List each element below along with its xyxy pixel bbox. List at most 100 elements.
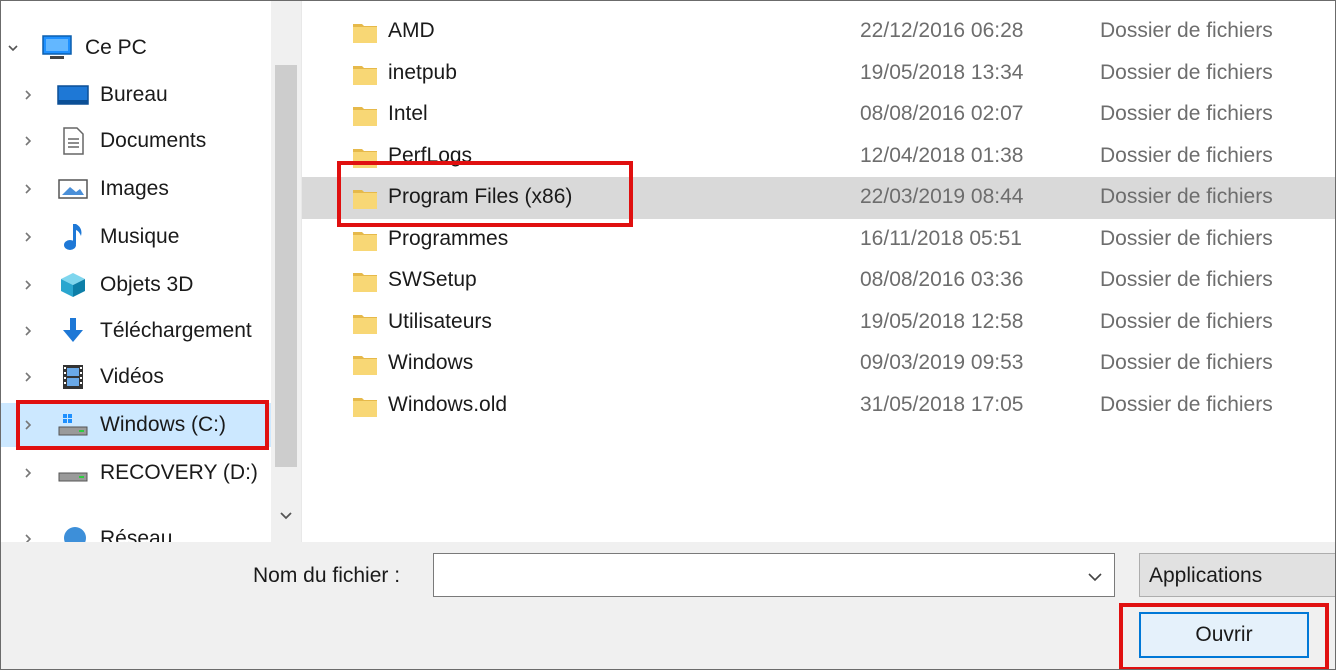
file-type: Dossier de fichiers: [1100, 102, 1273, 125]
file-name: inetpub: [388, 60, 457, 84]
file-row[interactable]: Windows.old 31/05/2018 17:05 Dossier de fi…: [302, 385, 1335, 427]
nav-item-documents[interactable]: Documents: [1, 119, 301, 163]
navigation-pane: Ce PC Bureau Documents Images Musique Ob…: [1, 1, 301, 542]
nav-item-bureau[interactable]: Bureau: [1, 73, 301, 117]
file-name: PerfLogs: [388, 143, 473, 167]
folder-icon: [352, 186, 378, 210]
chevron-down-icon[interactable]: [7, 42, 19, 54]
file-type: Dossier de fichiers: [1100, 143, 1273, 167]
music-icon: [55, 222, 91, 252]
nav-item-images[interactable]: Images: [1, 167, 301, 211]
file-row[interactable]: Program Files (x86) 22/03/2019 08:44 Dossi…: [302, 177, 1335, 219]
folder-icon: [352, 394, 378, 418]
file-type: Dossier de fichiers: [1100, 60, 1273, 84]
scroll-down-icon[interactable]: [275, 507, 297, 525]
folder-icon: [352, 145, 378, 169]
file-row[interactable]: Programmes 16/11/2018 05:51 Dossier de fic…: [302, 219, 1335, 261]
chevron-right-icon[interactable]: [22, 89, 34, 101]
nav-item-label: Réseau: [100, 527, 173, 542]
pc-icon: [39, 33, 75, 63]
nav-item-telechargement[interactable]: Téléchargement: [1, 309, 301, 353]
file-name: Programmes: [388, 226, 509, 250]
file-name: SWSetup: [388, 268, 477, 291]
nav-item-musique[interactable]: Musique: [1, 215, 301, 259]
chevron-right-icon[interactable]: [22, 183, 34, 195]
chevron-right-icon[interactable]: [22, 135, 34, 147]
nav-item-label: Bureau: [100, 83, 168, 106]
file-type: Dossier de fichiers: [1100, 185, 1273, 208]
file-row[interactable]: AMD 22/12/2016 06:28 Dossier de fichiers: [302, 11, 1335, 53]
filename-label: Nom du fichier :: [253, 564, 401, 587]
nav-item-objets-3d[interactable]: Objets 3D: [1, 263, 301, 307]
file-list: AMD 22/12/2016 06:28 Dossier de fichiers in…: [301, 1, 1335, 542]
nav-item-reseau[interactable]: Réseau: [1, 517, 301, 542]
file-name: Program Files (x86): [388, 185, 573, 208]
chevron-down-icon[interactable]: [1085, 567, 1105, 587]
file-name: Windows.old: [388, 392, 508, 416]
download-icon: [55, 316, 91, 346]
file-row[interactable]: Windows 09/03/2019 09:53 Dossier de fichie…: [302, 343, 1335, 385]
nav-item-label: Windows (C:): [100, 413, 227, 436]
chevron-right-icon[interactable]: [22, 533, 34, 542]
file-date: 31/05/2018 17:05: [860, 392, 1024, 416]
file-type: Dossier de fichiers: [1100, 309, 1273, 333]
nav-item-videos[interactable]: Vidéos: [1, 355, 301, 399]
folder-icon: [352, 352, 378, 376]
file-type-filter-label: Applications: [1149, 564, 1263, 587]
nav-item-windows-c[interactable]: Windows (C:): [1, 403, 301, 447]
desktop-icon: [55, 80, 91, 110]
nav-item-label: Documents: [100, 129, 207, 152]
file-name: Intel: [388, 102, 428, 125]
file-date: 12/04/2018 01:38: [860, 143, 1024, 167]
drive-c-icon: [55, 410, 91, 440]
nav-item-label: Images: [100, 177, 169, 200]
nav-scrollbar-thumb[interactable]: [275, 65, 297, 467]
nav-item-recovery-d[interactable]: RECOVERY (D:): [1, 451, 301, 495]
folder-icon: [352, 311, 378, 335]
file-row[interactable]: SWSetup 08/08/2016 03:36 Dossier de fichie…: [302, 260, 1335, 302]
nav-item-label: Objets 3D: [100, 273, 194, 296]
chevron-right-icon[interactable]: [22, 371, 34, 383]
file-date: 16/11/2018 05:51: [860, 226, 1022, 250]
file-name: Utilisateurs: [388, 309, 492, 333]
nav-item-label: Vidéos: [100, 365, 164, 388]
chevron-right-icon[interactable]: [22, 279, 34, 291]
file-type: Dossier de fichiers: [1100, 19, 1273, 42]
chevron-right-icon[interactable]: [22, 325, 34, 337]
file-date: 19/05/2018 13:34: [860, 60, 1024, 84]
nav-item-label: Téléchargement: [100, 319, 252, 342]
folder-icon: [352, 269, 378, 293]
nav-item-label: Ce PC: [85, 36, 147, 59]
file-row[interactable]: Intel 08/08/2016 02:07 Dossier de fichiers: [302, 94, 1335, 136]
file-date: 09/03/2019 09:53: [860, 351, 1024, 374]
file-name: AMD: [388, 19, 435, 42]
filename-input[interactable]: [433, 553, 1115, 597]
file-row[interactable]: Utilisateurs 19/05/2018 12:58 Dossier de f…: [302, 302, 1335, 344]
file-type: Dossier de fichiers: [1100, 226, 1273, 250]
file-date: 08/08/2016 03:36: [860, 268, 1024, 291]
images-icon: [55, 174, 91, 204]
file-type: Dossier de fichiers: [1100, 268, 1273, 291]
chevron-right-icon[interactable]: [22, 231, 34, 243]
file-type: Dossier de fichiers: [1100, 351, 1273, 374]
chevron-right-icon[interactable]: [22, 467, 34, 479]
file-date: 08/08/2016 02:07: [860, 102, 1024, 125]
drive-d-icon: [55, 458, 91, 488]
folder-icon: [352, 228, 378, 252]
folder-icon: [352, 20, 378, 44]
objects-3d-icon: [55, 270, 91, 300]
open-file-dialog: Ce PC Bureau Documents Images Musique Ob…: [0, 0, 1336, 670]
nav-item-ce-pc[interactable]: Ce PC: [1, 26, 301, 70]
videos-icon: [55, 362, 91, 392]
file-date: 22/12/2016 06:28: [860, 19, 1024, 42]
file-row[interactable]: PerfLogs 12/04/2018 01:38 Dossier de fichi…: [302, 136, 1335, 178]
chevron-right-icon[interactable]: [22, 419, 34, 431]
file-row[interactable]: inetpub 19/05/2018 13:34 Dossier de fichie…: [302, 53, 1335, 95]
folder-icon: [352, 62, 378, 86]
file-date: 22/03/2019 08:44: [860, 185, 1024, 208]
nav-item-label: RECOVERY (D:): [100, 461, 258, 484]
nav-item-label: Musique: [100, 225, 180, 248]
open-button[interactable]: Ouvrir: [1139, 612, 1309, 658]
file-date: 19/05/2018 12:58: [860, 309, 1024, 333]
file-name: Windows: [388, 351, 474, 374]
